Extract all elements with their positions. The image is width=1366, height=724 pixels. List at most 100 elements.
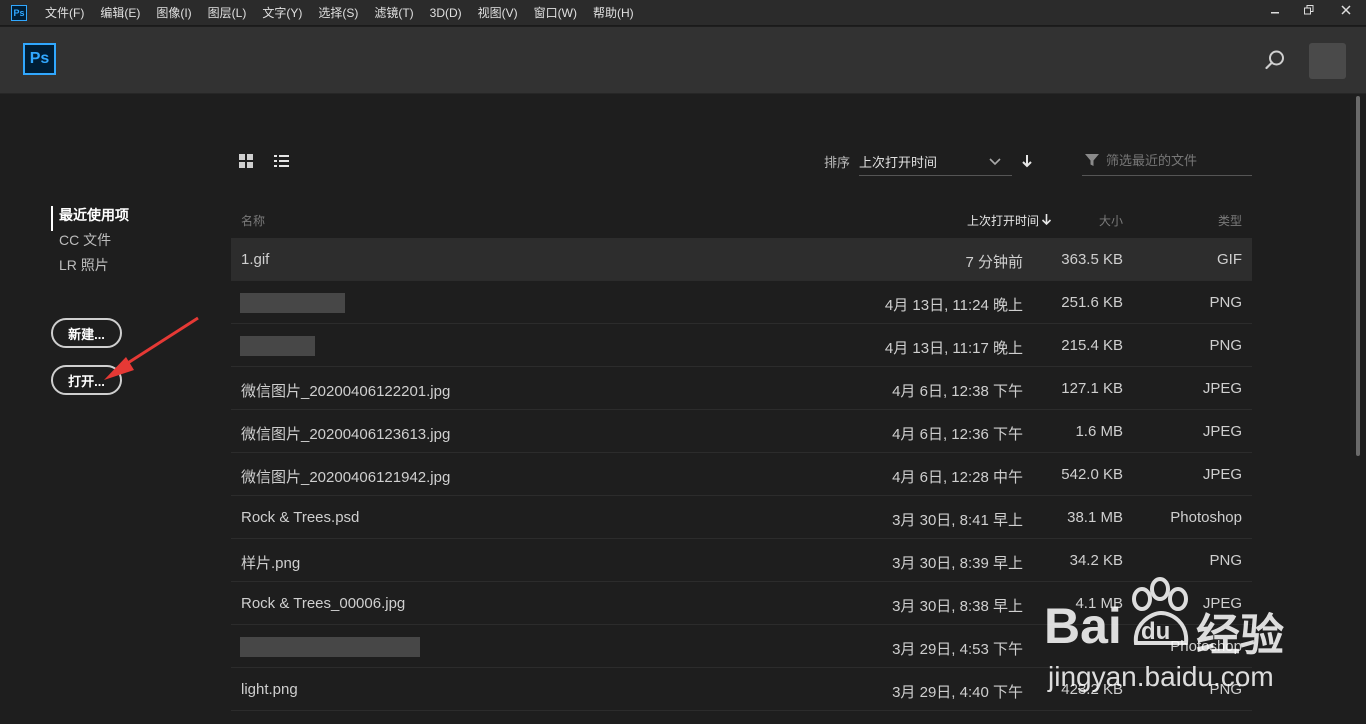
file-size: 38.1 MB [1067,509,1123,526]
filter-input[interactable] [1106,150,1246,170]
menu-window[interactable]: 窗口(W) [526,4,585,21]
open-button[interactable]: 打开... [51,365,122,395]
menu-type[interactable]: 文字(Y) [254,4,310,21]
file-type: PNG [1209,337,1242,354]
table-row[interactable]: Rock & Trees_00006.jpg 3月 30日, 8:38 早上 4… [231,582,1252,625]
avatar[interactable] [1309,43,1346,79]
menu-select[interactable]: 选择(S) [310,4,366,21]
sort-arrow-icon [1041,214,1052,226]
window-controls [1258,0,1366,20]
file-time: 7 分钟前 [965,254,1023,271]
photoshop-logo[interactable]: Ps [23,43,56,75]
file-size: 251.6 KB [1061,294,1123,311]
home-header: Ps [0,27,1366,94]
list-view-icon[interactable] [274,154,290,168]
file-type: JPEG [1202,466,1242,483]
close-icon[interactable] [1326,0,1366,20]
file-size: 1.6 MB [1075,423,1123,440]
file-name: Rock & Trees_00006.jpg [241,595,406,612]
file-size: 542.0 KB [1061,466,1123,483]
column-header-size[interactable]: 大小 [1099,212,1123,229]
table-row[interactable]: 3月 29日, 4:53 下午 Photoshop [231,625,1252,668]
scrollbar[interactable] [1354,96,1362,724]
file-type: JPEG [1202,595,1242,612]
sidebar-item-lr-photos[interactable]: LR 照片 [51,256,129,281]
table-header: 名称 上次打开时间 大小 类型 [231,200,1252,238]
table-row[interactable]: 4月 13日, 11:17 晚上 215.4 KB PNG [231,324,1252,367]
file-type: PNG [1209,552,1242,569]
table-row[interactable]: light.png 3月 29日, 4:40 下午 423.2 KB PNG [231,668,1252,711]
grid-view-icon[interactable] [239,154,255,168]
sort-direction-icon[interactable] [1020,153,1034,169]
sort-dropdown-value: 上次打开时间 [859,155,938,170]
file-time: 4月 6日, 12:36 下午 [892,426,1023,443]
column-header-type[interactable]: 类型 [1218,212,1242,229]
menu-edit[interactable]: 编辑(E) [92,4,148,21]
file-type: Photoshop [1170,638,1242,655]
file-name: light.png [241,681,298,698]
file-time: 3月 30日, 8:39 早上 [892,555,1023,572]
restore-icon[interactable] [1292,0,1326,20]
file-type: PNG [1209,294,1242,311]
filter-icon [1085,154,1099,166]
file-type: GIF [1217,251,1242,268]
chevron-down-icon [989,158,1001,166]
file-time: 3月 30日, 8:41 早上 [892,512,1023,529]
menu-3d[interactable]: 3D(D) [422,6,470,20]
table-row[interactable]: 微信图片_20200406121942.jpg 4月 6日, 12:28 中午 … [231,453,1252,496]
menu-filter[interactable]: 滤镜(T) [366,4,421,21]
table-row[interactable]: 微信图片_20200406123613.jpg 4月 6日, 12:36 下午 … [231,410,1252,453]
file-type: JPEG [1202,380,1242,397]
table-row[interactable]: Rock & Trees.psd 3月 30日, 8:41 早上 38.1 MB… [231,496,1252,539]
file-type: PNG [1209,681,1242,698]
recent-files-table: 名称 上次打开时间 大小 类型 1.gif 7 分钟前 363.5 KB GIF… [231,200,1252,711]
file-size: 34.2 KB [1069,552,1123,569]
file-time: 4月 6日, 12:28 中午 [892,469,1023,486]
scrollbar-thumb[interactable] [1356,96,1360,456]
search-icon[interactable] [1264,49,1286,71]
sidebar-nav: 最近使用项 CC 文件 LR 照片 [51,206,129,281]
filter-box [1082,146,1252,176]
file-size: 127.1 KB [1061,380,1123,397]
redacted-file-name [240,293,345,313]
recent-files-toolbar: 排序 上次打开时间 [231,140,1252,180]
photoshop-app-icon[interactable]: Ps [11,4,27,21]
file-time: 4月 6日, 12:38 下午 [892,383,1023,400]
table-row[interactable]: 微信图片_20200406122201.jpg 4月 6日, 12:38 下午 … [231,367,1252,410]
file-size: 363.5 KB [1061,251,1123,268]
file-name: 样片.png [241,555,301,572]
menu-help[interactable]: 帮助(H) [585,4,642,21]
column-header-time[interactable]: 上次打开时间 [967,212,1039,229]
menu-bar: Ps 文件(F) 编辑(E) 图像(I) 图层(L) 文字(Y) 选择(S) 滤… [0,0,1366,26]
table-row[interactable]: 4月 13日, 11:24 晚上 251.6 KB PNG [231,281,1252,324]
redacted-file-name [240,336,315,356]
menu-layer[interactable]: 图层(L) [200,4,255,21]
sidebar-item-recent[interactable]: 最近使用项 [51,206,129,231]
file-type: JPEG [1202,423,1242,440]
menu-file[interactable]: 文件(F) [37,4,92,21]
redacted-file-name [240,637,420,657]
file-type: Photoshop [1170,509,1242,526]
file-time: 4月 13日, 11:17 晚上 [884,340,1023,357]
file-time: 4月 13日, 11:24 晚上 [884,297,1023,314]
sort-label: 排序 [824,155,851,170]
menu-view[interactable]: 视图(V) [470,4,526,21]
file-name: 微信图片_20200406122201.jpg [241,383,451,400]
file-name: 1.gif [241,251,270,268]
file-size: 4.1 MB [1075,595,1123,612]
file-time: 3月 30日, 8:38 早上 [892,598,1023,615]
file-time: 3月 29日, 4:53 下午 [892,641,1023,658]
table-row[interactable]: 1.gif 7 分钟前 363.5 KB GIF [231,238,1252,281]
file-name: 微信图片_20200406123613.jpg [241,426,451,443]
file-size: 215.4 KB [1061,337,1123,354]
sidebar-item-cc-files[interactable]: CC 文件 [51,231,129,256]
column-header-name[interactable]: 名称 [241,212,265,229]
sort-dropdown[interactable]: 上次打开时间 [859,146,1012,176]
new-button[interactable]: 新建... [51,318,122,348]
minimize-icon[interactable] [1258,0,1292,20]
table-row[interactable]: 样片.png 3月 30日, 8:39 早上 34.2 KB PNG [231,539,1252,582]
menu-image[interactable]: 图像(I) [148,4,199,21]
file-size: 423.2 KB [1061,681,1123,698]
file-time: 3月 29日, 4:40 下午 [892,684,1023,701]
file-name: 微信图片_20200406121942.jpg [241,469,451,486]
